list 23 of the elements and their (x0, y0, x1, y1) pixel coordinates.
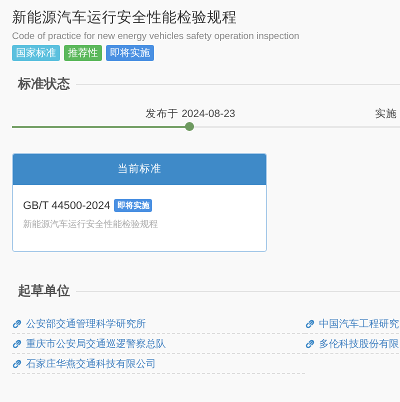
standard-title: 新能源汽车运行安全性能检验规程 (12, 8, 238, 27)
timeline-label: 实施 (375, 107, 397, 121)
organization-link[interactable]: 中国汽车工程研究 (305, 316, 399, 330)
link-icon (12, 358, 22, 368)
tag: 国家标准 (12, 45, 60, 61)
link-icon (305, 338, 315, 348)
timeline-label: 发布于 2024-08-23 (146, 107, 236, 121)
tag: 即将实施 (106, 45, 154, 61)
standard-name: 新能源汽车运行安全性能检验规程 (23, 218, 159, 231)
english-title: Code of practice for new energy vehicles safety operation inspection (12, 31, 300, 42)
section-heading: 标准状态 (16, 76, 71, 93)
standard-code: GB/T 44500-2024 (23, 200, 110, 212)
status-badge: 即将实施 (114, 199, 152, 212)
organization-link[interactable]: 多伦科技股份有限 (305, 336, 399, 350)
card-header: 当前标准 (13, 154, 266, 185)
link-icon (12, 338, 22, 348)
link-icon (305, 318, 315, 328)
organization-link[interactable]: 石家庄华燕交通科技有限公司 (12, 356, 156, 370)
tag: 推荐性 (64, 45, 102, 61)
organization-link[interactable]: 公安部交通管理科学研究所 (12, 316, 146, 330)
section-heading: 起草单位 (17, 283, 71, 300)
organization-link[interactable]: 重庆市公安局交通巡逻警察总队 (12, 336, 166, 350)
link-icon (12, 318, 22, 328)
